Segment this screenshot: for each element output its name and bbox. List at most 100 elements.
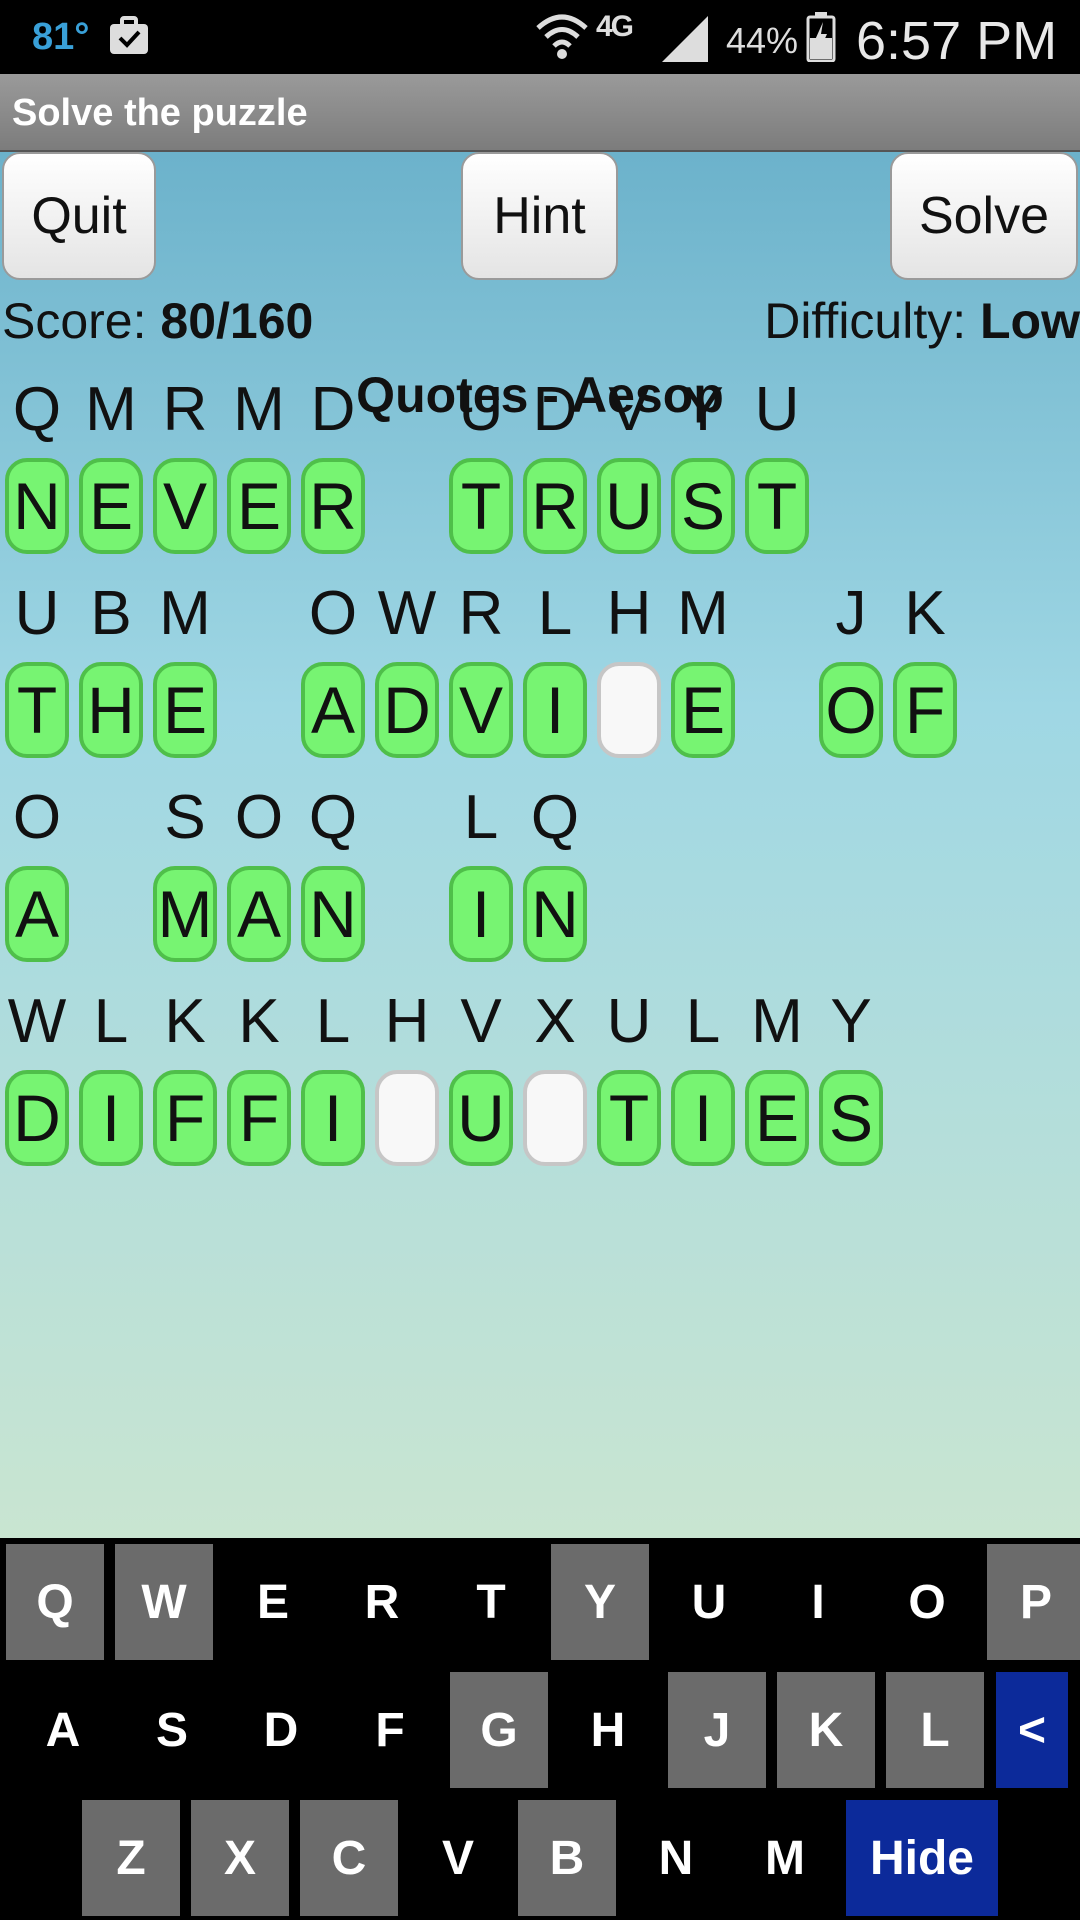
- key-i[interactable]: I: [769, 1544, 867, 1660]
- key-j[interactable]: J: [668, 1672, 766, 1788]
- key-p[interactable]: P: [987, 1544, 1080, 1660]
- status-bar: 81° 4G 44% 6:57 PM: [0, 0, 1080, 74]
- key-u[interactable]: U: [660, 1544, 758, 1660]
- solved-letter-tile[interactable]: F: [227, 1070, 291, 1166]
- solved-letter-tile[interactable]: U: [597, 458, 661, 554]
- cipher-letter: L: [685, 987, 721, 1056]
- solved-letter-tile[interactable]: F: [893, 662, 957, 758]
- solved-letter-tile[interactable]: A: [5, 866, 69, 962]
- solve-button[interactable]: Solve: [890, 152, 1078, 280]
- hint-button[interactable]: Hint: [461, 152, 618, 280]
- key-s[interactable]: S: [123, 1672, 221, 1788]
- solved-letter-tile[interactable]: R: [301, 458, 365, 554]
- key-w[interactable]: W: [115, 1544, 213, 1660]
- key-z[interactable]: Z: [82, 1800, 180, 1916]
- cipher-letter: M: [159, 579, 211, 648]
- key-y[interactable]: Y: [551, 1544, 649, 1660]
- key-v[interactable]: V: [409, 1800, 507, 1916]
- solved-letter-tile[interactable]: E: [79, 458, 143, 554]
- key-b[interactable]: B: [518, 1800, 616, 1916]
- cipher-letter: B: [90, 579, 132, 648]
- cipher-letter: L: [93, 987, 129, 1056]
- key-e[interactable]: E: [224, 1544, 322, 1660]
- solved-letter-tile[interactable]: I: [671, 1070, 735, 1166]
- solved-letter-tile[interactable]: H: [79, 662, 143, 758]
- solved-letter-tile[interactable]: T: [5, 662, 69, 758]
- solved-letter-tile[interactable]: T: [597, 1070, 661, 1166]
- cipher-letter: O: [308, 579, 358, 648]
- key-g[interactable]: G: [450, 1672, 548, 1788]
- score-value: 80/160: [160, 293, 314, 349]
- solved-letter-tile[interactable]: F: [153, 1070, 217, 1166]
- solved-letter-tile[interactable]: S: [819, 1070, 883, 1166]
- cipher-letter: Q: [12, 375, 62, 444]
- key-x[interactable]: X: [191, 1800, 289, 1916]
- difficulty-value: Low: [980, 293, 1080, 349]
- cipher-letter: M: [751, 987, 803, 1056]
- solved-letter-tile[interactable]: A: [227, 866, 291, 962]
- cipher-letter: L: [537, 579, 573, 648]
- difficulty: Difficulty: Low: [764, 292, 1080, 350]
- quit-button[interactable]: Quit: [2, 152, 156, 280]
- solved-letter-tile[interactable]: N: [523, 866, 587, 962]
- cipher-letter: K: [238, 987, 280, 1056]
- solved-letter-tile[interactable]: N: [5, 458, 69, 554]
- solved-letter-tile[interactable]: T: [745, 458, 809, 554]
- solved-letter-tile[interactable]: A: [301, 662, 365, 758]
- solved-letter-tile[interactable]: I: [79, 1070, 143, 1166]
- key-t[interactable]: T: [442, 1544, 540, 1660]
- cipher-letter: W: [377, 579, 437, 648]
- cipher-letter: V: [608, 375, 650, 444]
- page-title: Solve the puzzle: [12, 92, 308, 134]
- solved-letter-tile[interactable]: U: [449, 1070, 513, 1166]
- battery-charging-icon: [806, 12, 836, 62]
- empty-letter-tile[interactable]: [597, 662, 661, 758]
- solved-letter-tile[interactable]: O: [819, 662, 883, 758]
- empty-letter-tile[interactable]: [375, 1070, 439, 1166]
- key-k[interactable]: K: [777, 1672, 875, 1788]
- solved-letter-tile[interactable]: D: [5, 1070, 69, 1166]
- cipher-letter: H: [606, 579, 652, 648]
- cipher-letter: L: [463, 783, 499, 852]
- solved-letter-tile[interactable]: E: [153, 662, 217, 758]
- solved-letter-tile[interactable]: E: [227, 458, 291, 554]
- solved-letter-tile[interactable]: V: [449, 662, 513, 758]
- solved-letter-tile[interactable]: T: [449, 458, 513, 554]
- briefcase-check-icon: [110, 16, 148, 54]
- solved-letter-tile[interactable]: D: [375, 662, 439, 758]
- solved-letter-tile[interactable]: E: [671, 662, 735, 758]
- solved-letter-tile[interactable]: M: [153, 866, 217, 962]
- solved-letter-tile[interactable]: I: [523, 662, 587, 758]
- solved-letter-tile[interactable]: I: [301, 1070, 365, 1166]
- hide-keyboard-key[interactable]: Hide: [846, 1800, 998, 1916]
- backspace-key[interactable]: <: [996, 1672, 1068, 1788]
- cipher-letter: U: [14, 579, 60, 648]
- solved-letter-tile[interactable]: S: [671, 458, 735, 554]
- cipher-letter: D: [532, 375, 578, 444]
- solved-letter-tile[interactable]: V: [153, 458, 217, 554]
- key-r[interactable]: R: [333, 1544, 431, 1660]
- key-n[interactable]: N: [627, 1800, 725, 1916]
- key-a[interactable]: A: [14, 1672, 112, 1788]
- key-h[interactable]: H: [559, 1672, 657, 1788]
- key-l[interactable]: L: [886, 1672, 984, 1788]
- solved-letter-tile[interactable]: R: [523, 458, 587, 554]
- solved-letter-tile[interactable]: E: [745, 1070, 809, 1166]
- key-q[interactable]: Q: [6, 1544, 104, 1660]
- cipher-letter: U: [754, 375, 800, 444]
- solved-letter-tile[interactable]: I: [449, 866, 513, 962]
- cipher-letter: K: [904, 579, 946, 648]
- cipher-letter: K: [164, 987, 206, 1056]
- score-label: Score:: [2, 293, 161, 349]
- empty-letter-tile[interactable]: [523, 1070, 587, 1166]
- key-m[interactable]: M: [736, 1800, 834, 1916]
- key-o[interactable]: O: [878, 1544, 976, 1660]
- cipher-letter: Y: [830, 987, 872, 1056]
- solved-letter-tile[interactable]: N: [301, 866, 365, 962]
- key-f[interactable]: F: [341, 1672, 439, 1788]
- key-c[interactable]: C: [300, 1800, 398, 1916]
- battery-percent: 44%: [726, 20, 799, 61]
- cipher-letter: M: [85, 375, 137, 444]
- cipher-letter: Q: [308, 783, 358, 852]
- key-d[interactable]: D: [232, 1672, 330, 1788]
